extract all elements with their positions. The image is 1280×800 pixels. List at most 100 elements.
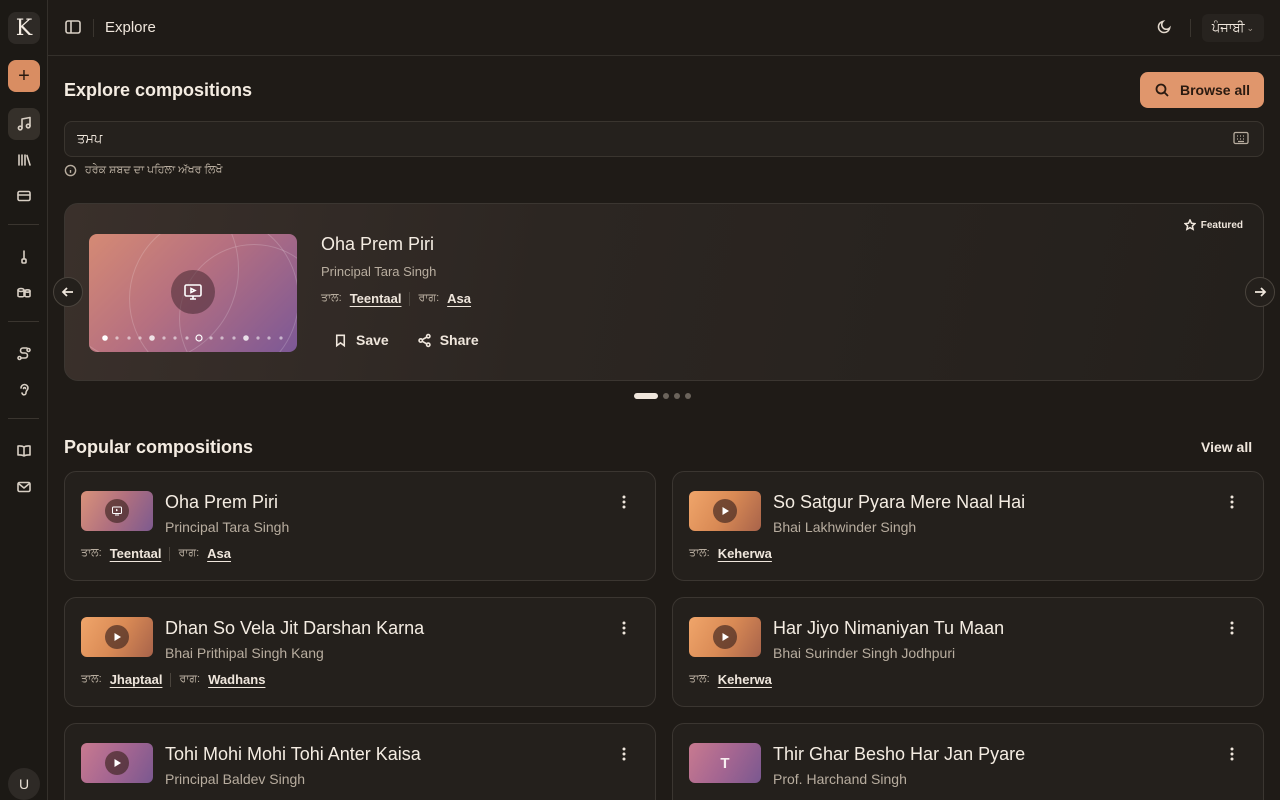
taal-link[interactable]: Keherwa	[718, 546, 772, 561]
composition-card[interactable]: Tohi Mohi Mohi Tohi Anter Kaisa Principal…	[64, 723, 656, 800]
more-vertical-icon	[622, 621, 626, 635]
browse-all-button[interactable]: Browse all	[1140, 72, 1264, 108]
play-button[interactable]	[105, 625, 129, 649]
search-input[interactable]	[65, 122, 1225, 156]
more-options-button[interactable]	[1225, 620, 1239, 636]
raag-key: ਰਾਗ:	[179, 673, 201, 685]
play-icon	[114, 759, 121, 767]
route-icon	[17, 347, 31, 361]
play-button[interactable]	[713, 499, 737, 523]
sidebar-item-messages[interactable]	[8, 471, 40, 503]
featured-card[interactable]: Oha Prem Piri Principal Tara Singh ਤਾਲ: …	[64, 203, 1264, 381]
composition-title[interactable]: Oha Prem Piri	[165, 492, 278, 513]
taal-key: ਤਾਲ:	[321, 292, 342, 304]
composition-thumbnail[interactable]: T	[689, 743, 761, 783]
composition-title[interactable]: So Satgur Pyara Mere Naal Hai	[773, 492, 1025, 513]
tabla-icon	[17, 287, 31, 298]
sidebar-item-compositions[interactable]	[8, 108, 40, 140]
composition-thumbnail[interactable]	[81, 617, 153, 657]
topbar-divider	[1190, 19, 1191, 37]
composition-thumbnail[interactable]	[81, 743, 153, 783]
sidebar-item-library[interactable]	[8, 144, 40, 176]
sidebar-toggle-icon	[65, 20, 81, 34]
featured-badge-label: Featured	[1200, 219, 1243, 231]
more-options-button[interactable]	[1225, 746, 1239, 762]
raag-link[interactable]: Asa	[207, 546, 231, 561]
composition-title[interactable]: Tohi Mohi Mohi Tohi Anter Kaisa	[165, 744, 421, 765]
composition-card[interactable]: Oha Prem Piri Principal Tara Singh ਤਾਲ: Tee…	[64, 471, 656, 581]
carousel-dot[interactable]	[634, 393, 658, 399]
taal-link[interactable]: Jhaptaal	[110, 672, 163, 687]
raag-link[interactable]: Wadhans	[208, 672, 265, 687]
sidebar-item-docs[interactable]	[8, 435, 40, 467]
more-options-button[interactable]	[617, 620, 631, 636]
composition-card[interactable]: Har Jiyo Nimaniyan Tu Maan Bhai Surinder …	[672, 597, 1264, 707]
composition-artist: Bhai Prithipal Singh Kang	[165, 645, 324, 661]
composition-title[interactable]: Dhan So Vela Jit Darshan Karna	[165, 618, 424, 639]
carousel-dot[interactable]	[674, 393, 680, 399]
thumbnail-dots	[102, 334, 283, 342]
view-all-link[interactable]: View all	[1201, 439, 1252, 455]
composition-card[interactable]: So Satgur Pyara Mere Naal Hai Bhai Lakhwi…	[672, 471, 1264, 581]
raag-key: ਰਾਗ:	[418, 292, 440, 304]
composition-thumbnail[interactable]	[689, 617, 761, 657]
composition-card[interactable]: T Thir Ghar Besho Har Jan Pyare Prof. Harc…	[672, 723, 1264, 800]
composition-artist: Bhai Lakhwinder Singh	[773, 519, 917, 535]
search-hint: ਹਰੇਕ ਸ਼ਬਦ ਦਾ ਪਹਿਲਾ ਅੱਖਰ ਲਿਖੋ	[64, 164, 222, 177]
composition-title[interactable]: Har Jiyo Nimaniyan Tu Maan	[773, 618, 1004, 639]
sidebar-item-route[interactable]	[8, 338, 40, 370]
composition-card[interactable]: Dhan So Vela Jit Darshan Karna Bhai Prith…	[64, 597, 656, 707]
composition-title[interactable]: Thir Ghar Besho Har Jan Pyare	[773, 744, 1025, 765]
featured-title[interactable]: Oha Prem Piri	[321, 234, 434, 255]
app-logo[interactable]: K	[8, 12, 40, 44]
play-icon	[114, 633, 121, 641]
play-button[interactable]	[105, 751, 129, 775]
more-options-button[interactable]	[617, 746, 631, 762]
featured-thumbnail[interactable]	[89, 234, 297, 352]
user-avatar[interactable]: U	[8, 768, 40, 800]
meta-divider	[169, 546, 171, 561]
share-icon	[417, 333, 431, 347]
sidebar-item-tabla[interactable]	[8, 277, 40, 309]
raag-link[interactable]: Asa	[447, 291, 471, 306]
composition-thumbnail[interactable]	[81, 491, 153, 531]
more-options-button[interactable]	[1225, 494, 1239, 510]
chevron-down-icon: ⌄	[1246, 22, 1255, 33]
carousel-dot[interactable]	[663, 393, 669, 399]
keyboard-button[interactable]	[1233, 131, 1251, 147]
play-button[interactable]	[713, 625, 737, 649]
sidebar-toggle-button[interactable]	[64, 18, 84, 38]
taal-link[interactable]: Keherwa	[718, 672, 772, 687]
sidebar-item-billing[interactable]	[8, 180, 40, 212]
credit-card-icon	[17, 190, 31, 202]
composition-meta: ਤਾਲ: Jhaptaal ਰਾਗ: Wadhans	[81, 672, 265, 687]
carousel-prev-button[interactable]	[53, 277, 83, 307]
sidebar-item-instrument[interactable]	[8, 241, 40, 273]
taal-link[interactable]: Teentaal	[110, 546, 162, 561]
sidebar-divider	[8, 321, 39, 322]
featured-play-button[interactable]	[171, 270, 215, 314]
taal-link[interactable]: Teentaal	[350, 291, 402, 306]
carousel-next-button[interactable]	[1245, 277, 1275, 307]
taal-key: ਤਾਲ:	[81, 673, 102, 685]
composition-meta: ਤਾਲ: Teentaal ਰਾਗ: Asa	[81, 546, 231, 561]
theme-toggle-button[interactable]	[1156, 18, 1176, 38]
composition-artist: Bhai Surinder Singh Jodhpuri	[773, 645, 956, 661]
explore-heading: Explore compositions	[64, 80, 253, 100]
play-button[interactable]	[105, 499, 129, 523]
sidebar-item-ear-training[interactable]	[8, 374, 40, 406]
save-button[interactable]: Save	[333, 332, 389, 348]
carousel-dot[interactable]	[685, 393, 691, 399]
share-button[interactable]: Share	[417, 332, 479, 348]
raag-key: ਰਾਗ:	[178, 547, 200, 559]
mail-icon	[17, 481, 31, 493]
new-button[interactable]: +	[8, 60, 40, 92]
topbar: Explore ਪੰਜਾਬੀ ⌄	[48, 0, 1280, 56]
language-select[interactable]: ਪੰਜਾਬੀ ⌄	[1202, 14, 1264, 42]
composition-meta: ਤਾਲ: Keherwa	[689, 546, 772, 561]
play-icon	[722, 507, 729, 515]
library-icon	[18, 154, 31, 166]
arrow-right-icon	[1255, 287, 1267, 297]
composition-thumbnail[interactable]	[689, 491, 761, 531]
more-options-button[interactable]	[617, 494, 631, 510]
